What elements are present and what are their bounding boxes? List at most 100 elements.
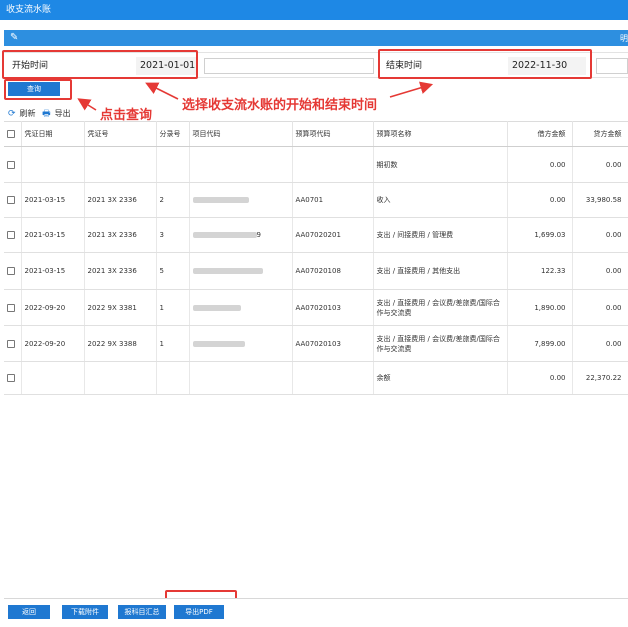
cell-debit: 0.00 <box>507 182 573 218</box>
download-attachment-button[interactable]: 下载附件 <box>62 605 108 619</box>
row-checkbox-cell[interactable] <box>4 182 22 218</box>
cell-voucher: 2021 3X 2336 <box>84 182 157 218</box>
cell-entry <box>156 361 190 395</box>
refresh-link[interactable]: 刷新 <box>20 109 36 118</box>
select-range-annotation: 选择收支流水账的开始和结束时间 <box>182 98 378 113</box>
table-row[interactable]: 期初数 0.00 0.00 <box>4 146 628 183</box>
cell-credit: 0.00 <box>572 252 628 290</box>
cell-date: 2021-03-15 <box>21 217 85 253</box>
row-checkbox-cell[interactable] <box>4 361 22 395</box>
redacted-project-code <box>192 340 245 347</box>
select-all-checkbox-cell[interactable] <box>4 121 22 147</box>
arrow-to-start-date <box>145 82 179 100</box>
query-highlight <box>4 79 72 100</box>
start-date-highlight <box>2 50 198 79</box>
grid-toolbar: ⟳ 刷新 🖶 导出 <box>8 106 75 122</box>
cell-project <box>189 146 293 183</box>
print-icon[interactable]: 🖶 <box>42 109 51 119</box>
col-header[interactable]: 分录号 <box>156 121 190 147</box>
cell-entry: 5 <box>156 252 190 290</box>
row-checkbox[interactable] <box>7 267 15 275</box>
cell-project <box>189 182 293 218</box>
cell-budget-name: 支出 / 直接费用 / 会议费/差旅费/国际合作与交流费 <box>373 325 508 362</box>
bottom-action-bar: 返回 下载附件 报科目汇总 导出PDF <box>4 598 628 627</box>
col-header[interactable]: 预算项名称 <box>373 121 508 147</box>
action-strip: ✎ 明 <box>4 30 628 46</box>
row-checkbox-cell[interactable] <box>4 289 22 326</box>
table-row[interactable]: 2021-03-15 2021 3X 2336 5 AA07020108 支出 / 直接… <box>4 252 628 290</box>
cell-budget-code: AA07020201 <box>292 217 374 253</box>
export-pdf-button[interactable]: 导出PDF <box>174 605 224 619</box>
cell-project <box>189 252 293 290</box>
cell-debit: 0.00 <box>507 361 573 395</box>
cell-budget-code <box>292 146 374 183</box>
cell-budget-code: AA07020103 <box>292 289 374 326</box>
cell-credit: 0.00 <box>572 146 628 183</box>
row-checkbox[interactable] <box>7 231 15 239</box>
row-checkbox[interactable] <box>7 160 15 169</box>
redacted-project-code <box>192 304 241 311</box>
redacted-project-code <box>192 268 263 274</box>
cell-debit: 1,890.00 <box>507 289 573 326</box>
row-checkbox-cell[interactable] <box>4 146 22 183</box>
redacted-project-code <box>192 232 257 238</box>
table-row[interactable]: 余额 0.00 22,370.22 <box>4 361 628 395</box>
table-row[interactable]: 2022-09-20 2022 9X 3388 1 AA07020103 支出 / 直接… <box>4 325 628 362</box>
start-date-input[interactable] <box>204 58 374 74</box>
col-header[interactable]: 预算项代码 <box>292 121 374 147</box>
row-checkbox-cell[interactable] <box>4 217 22 253</box>
row-checkbox-cell[interactable] <box>4 325 22 362</box>
cell-credit: 22,370.22 <box>572 361 628 395</box>
end-date-input[interactable] <box>596 58 628 74</box>
strip-right-label[interactable]: 明 <box>620 33 628 44</box>
cell-date <box>21 146 85 183</box>
row-checkbox[interactable] <box>7 339 15 348</box>
window-title: 收支流水账 <box>0 0 628 20</box>
cell-entry: 1 <box>156 289 190 326</box>
cell-voucher: 2022 9X 3388 <box>84 325 157 362</box>
row-checkbox[interactable] <box>7 303 15 312</box>
arrow-to-end-date <box>389 81 434 98</box>
col-header[interactable]: 凭证号 <box>84 121 157 147</box>
edit-icon[interactable]: ✎ <box>10 32 18 43</box>
back-button[interactable]: 返回 <box>8 605 50 619</box>
cell-debit: 122.33 <box>507 252 573 290</box>
cell-date: 2021-03-15 <box>21 182 85 218</box>
cell-credit: 0.00 <box>572 289 628 326</box>
cell-budget-name: 支出 / 直接费用 / 会议费/差旅费/国际合作与交流费 <box>373 289 508 326</box>
table-row[interactable]: 2021-03-15 2021 3X 2336 2 AA0701 收入 0.00 33,98… <box>4 182 628 218</box>
cell-entry: 1 <box>156 325 190 362</box>
table-header-row: 凭证日期 凭证号 分录号 项目代码 预算项代码 预算项名称 借方金额 贷方金额 <box>4 121 628 147</box>
table-row[interactable]: 2022-09-20 2022 9X 3381 1 AA07020103 支出 / 直接… <box>4 289 628 326</box>
export-link[interactable]: 导出 <box>55 109 71 118</box>
col-header[interactable]: 借方金额 <box>507 121 573 147</box>
cell-project <box>189 361 293 395</box>
cell-budget-name: 支出 / 直接费用 / 其他支出 <box>373 252 508 290</box>
cell-voucher: 2021 3X 2336 <box>84 252 157 290</box>
report-summary-button[interactable]: 报科目汇总 <box>118 605 166 619</box>
cell-budget-name: 收入 <box>373 182 508 218</box>
arrow-to-query <box>77 98 97 111</box>
cell-entry <box>156 146 190 183</box>
cell-budget-code: AA07020103 <box>292 325 374 362</box>
cell-debit: 1,699.03 <box>507 217 573 253</box>
cell-entry: 3 <box>156 217 190 253</box>
row-checkbox[interactable] <box>7 196 15 204</box>
refresh-icon[interactable]: ⟳ <box>8 109 16 119</box>
col-header[interactable]: 凭证日期 <box>21 121 85 147</box>
cell-date: 2022-09-20 <box>21 325 85 362</box>
col-header[interactable]: 项目代码 <box>189 121 293 147</box>
project-code-suffix: 9 <box>256 231 261 239</box>
col-header[interactable]: 贷方金额 <box>572 121 628 147</box>
cell-budget-code <box>292 361 374 395</box>
cell-budget-code: AA0701 <box>292 182 374 218</box>
cell-project <box>189 325 293 362</box>
cell-voucher: 2022 9X 3381 <box>84 289 157 326</box>
row-checkbox[interactable] <box>7 374 15 382</box>
cell-budget-name: 余额 <box>373 361 508 395</box>
table-row[interactable]: 2021-03-15 2021 3X 2336 3 9 AA07020201 支出 / 间… <box>4 217 628 253</box>
row-checkbox-cell[interactable] <box>4 252 22 290</box>
cell-credit: 0.00 <box>572 217 628 253</box>
cell-date: 2022-09-20 <box>21 289 85 326</box>
select-all-checkbox[interactable] <box>7 130 15 138</box>
